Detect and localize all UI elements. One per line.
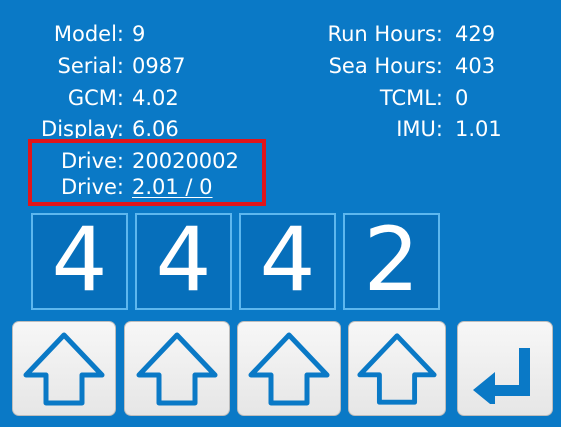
tcml-value: 0 [455,86,469,110]
digit-box-1: 4 [31,213,128,310]
enter-return-icon [467,334,543,404]
enter-button[interactable] [457,321,553,416]
digit-box-2: 4 [135,213,232,310]
sea-hours-label: Sea Hours: [328,54,443,78]
run-hours-value: 429 [455,22,496,46]
run-hours-label: Run Hours: [327,22,443,46]
digit-3: 4 [259,207,316,311]
digit-box-3: 4 [239,213,336,310]
up-arrow-icon [354,329,440,409]
tcml-row: TCML: 0 [0,85,561,111]
increment-digit-2-button[interactable] [124,321,230,416]
up-arrow-icon [245,329,333,409]
sea-hours-value: 403 [455,54,496,78]
digit-1: 4 [51,207,108,311]
increment-digit-3-button[interactable] [237,321,341,416]
run-hours-row: Run Hours: 429 [0,21,561,47]
imu-label: IMU: [396,117,443,141]
increment-digit-4-button[interactable] [348,321,446,416]
imu-value: 1.01 [455,117,502,141]
digit-box-4: 2 [343,213,440,310]
drive-highlight-box [28,139,266,206]
digit-2: 4 [155,207,212,311]
digit-4: 2 [363,207,420,311]
up-arrow-icon [133,329,221,409]
increment-digit-1-button[interactable] [12,321,116,416]
tcml-label: TCML: [379,86,443,110]
up-arrow-icon [20,329,108,409]
sea-hours-row: Sea Hours: 403 [0,53,561,79]
